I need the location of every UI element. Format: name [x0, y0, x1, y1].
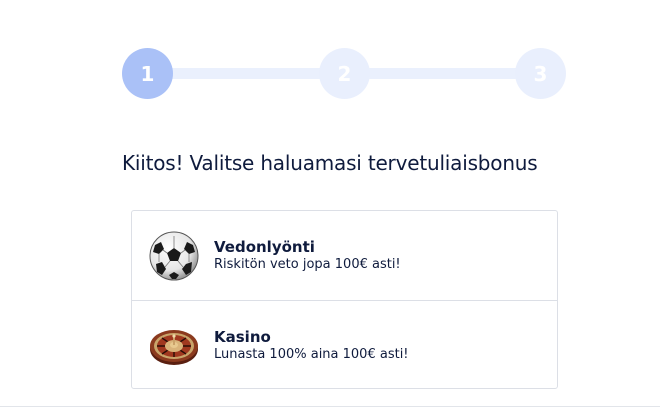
progress-stepper: 1 2 3	[122, 48, 566, 99]
soccer-ball-icon	[149, 231, 199, 281]
bonus-option-sports[interactable]: Vedonlyönti Riskitön veto jopa 100€ asti…	[132, 211, 557, 299]
option-description: Riskitön veto jopa 100€ asti!	[214, 257, 401, 272]
step-3-indicator: 3	[515, 48, 566, 99]
option-title: Vedonlyönti	[214, 238, 315, 256]
step-connector	[152, 68, 332, 79]
page-heading: Kiitos! Valitse haluamasi tervetuliaisbo…	[122, 151, 538, 175]
roulette-wheel-icon	[150, 330, 198, 365]
divider	[0, 406, 660, 407]
option-description: Lunasta 100% aina 100€ asti!	[214, 347, 409, 362]
option-title: Kasino	[214, 328, 271, 346]
bonus-option-casino[interactable]: Kasino Lunasta 100% aina 100€ asti!	[132, 300, 557, 389]
step-1-indicator: 1	[122, 48, 173, 99]
step-2-indicator: 2	[319, 48, 370, 99]
bonus-options-list: Vedonlyönti Riskitön veto jopa 100€ asti…	[131, 210, 558, 389]
step-connector	[350, 68, 530, 79]
